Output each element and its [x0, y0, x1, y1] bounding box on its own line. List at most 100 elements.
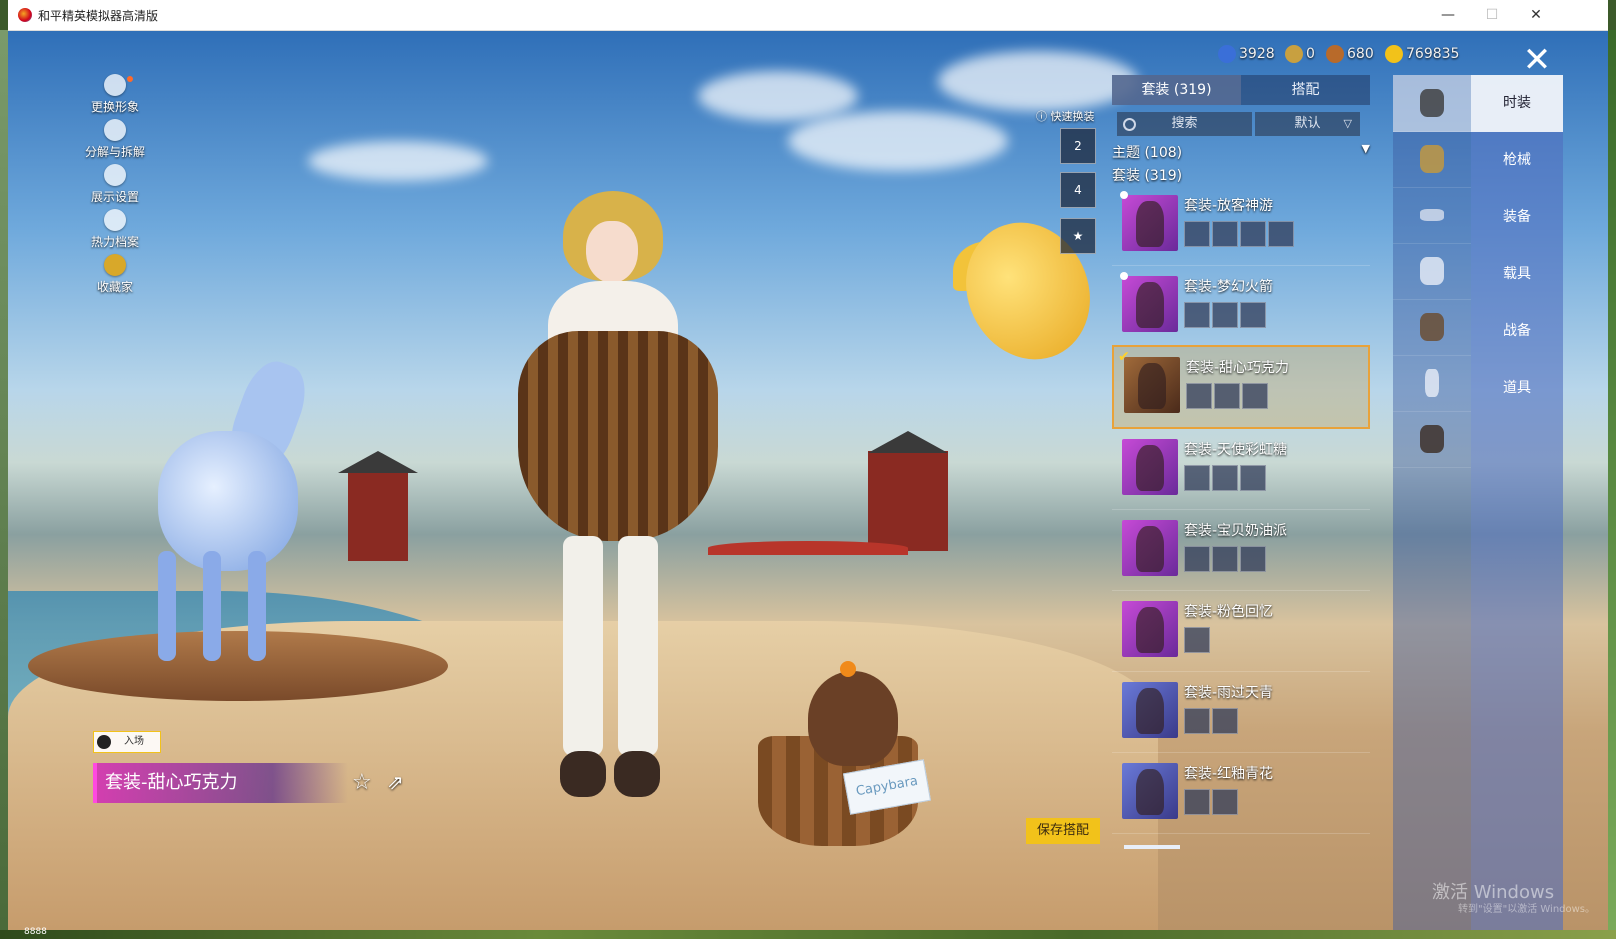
- collector-button[interactable]: 收藏家: [80, 254, 150, 298]
- list-item[interactable]: 套装-粉色回忆: [1112, 591, 1370, 672]
- part-icon[interactable]: [1212, 708, 1238, 734]
- bronze-coin-icon: [1326, 45, 1344, 63]
- part-icon[interactable]: [1268, 221, 1294, 247]
- part-icon[interactable]: [1184, 465, 1210, 491]
- category-vehicles[interactable]: 载具: [1471, 246, 1563, 303]
- character-shoe: [560, 751, 606, 797]
- category-equipment[interactable]: 装备: [1471, 189, 1563, 246]
- pagoda-roof: [338, 451, 418, 473]
- preset-2-button[interactable]: 2: [1060, 128, 1096, 164]
- part-icon[interactable]: [1212, 546, 1238, 572]
- red-bridge: [708, 541, 908, 555]
- currency-gold: 769835: [1385, 43, 1459, 65]
- search-icon: [1123, 118, 1136, 131]
- entry-badge[interactable]: 入场: [93, 731, 161, 753]
- item-name: 套装-红釉青花: [1184, 766, 1274, 782]
- part-icon[interactable]: [1240, 465, 1266, 491]
- slot-hat[interactable]: [1393, 131, 1471, 188]
- character-preset-button[interactable]: ★: [1060, 218, 1096, 254]
- part-icon[interactable]: [1240, 546, 1266, 572]
- search-input[interactable]: 搜索: [1117, 112, 1252, 136]
- list-item[interactable]: 套装-宝贝奶油派: [1112, 510, 1370, 591]
- maximize-button[interactable]: ☐: [1470, 3, 1514, 27]
- menu-label: 收藏家: [96, 280, 133, 294]
- part-icon[interactable]: [1212, 465, 1238, 491]
- mask-icon: [1420, 257, 1444, 285]
- part-icon[interactable]: [1212, 789, 1238, 815]
- part-icon[interactable]: [1184, 546, 1210, 572]
- minimize-button[interactable]: —: [1426, 3, 1470, 27]
- part-icon[interactable]: [1184, 302, 1210, 328]
- section-heading: 套装 (319): [1112, 168, 1183, 184]
- menu-label: 分解与拆解: [84, 145, 145, 159]
- save-outfit-button[interactable]: 保存搭配: [1026, 818, 1100, 844]
- currency-globe: 3928: [1218, 43, 1275, 65]
- display-settings-button[interactable]: 展示设置: [80, 164, 150, 208]
- app-icon: [18, 8, 32, 22]
- list-item[interactable]: 套装-放客神游: [1112, 185, 1370, 266]
- part-icon[interactable]: [1214, 383, 1240, 409]
- category-battle-prep[interactable]: 战备: [1471, 303, 1563, 360]
- list-item[interactable]: 套装-红釉青花: [1112, 753, 1370, 834]
- owned-dot-icon: [1120, 272, 1128, 280]
- part-icon[interactable]: [1240, 302, 1266, 328]
- favorite-star-icon[interactable]: ☆: [352, 770, 372, 795]
- change-avatar-button[interactable]: 更换形象: [80, 74, 150, 118]
- category-guns[interactable]: 枪械: [1471, 132, 1563, 189]
- quick-switch-text: 快速换装: [1050, 110, 1095, 123]
- part-icon[interactable]: [1240, 221, 1266, 247]
- slot-top[interactable]: [1393, 299, 1471, 356]
- part-icon[interactable]: [1242, 383, 1268, 409]
- theme-filter[interactable]: 主题 (108) ▼: [1112, 142, 1370, 162]
- cloud: [308, 141, 488, 181]
- part-icon[interactable]: [1184, 627, 1210, 653]
- shoes-icon: [1420, 425, 1444, 453]
- preset-4-button[interactable]: 4: [1060, 172, 1096, 208]
- slot-mask[interactable]: [1393, 243, 1471, 300]
- item-name: 套装-粉色回忆: [1184, 604, 1274, 620]
- slot-pants[interactable]: [1393, 355, 1471, 412]
- character-dress: [518, 331, 718, 541]
- flame-icon: [104, 209, 126, 231]
- category-fashion[interactable]: 时装: [1471, 75, 1563, 132]
- character-shoe: [614, 751, 660, 797]
- outfit-thumbnail: [1122, 439, 1178, 495]
- list-scrollbar[interactable]: [1124, 845, 1180, 849]
- quick-switch-label: ⓘ 快速换装: [1036, 110, 1095, 123]
- taskbar-strip: 8888: [0, 927, 1616, 939]
- part-icon[interactable]: [1186, 383, 1212, 409]
- list-item[interactable]: 套装-雨过天青: [1112, 672, 1370, 753]
- close-window-button[interactable]: ✕: [1514, 3, 1558, 27]
- part-icon[interactable]: [1184, 221, 1210, 247]
- slot-shoes[interactable]: [1393, 411, 1471, 468]
- notification-dot: [127, 76, 133, 82]
- item-name: 套装-天使彩虹糖: [1184, 442, 1288, 458]
- capybara-pet: [808, 671, 898, 766]
- decompose-icon: [104, 119, 126, 141]
- character-face: [586, 221, 638, 283]
- search-label: 搜索: [1171, 116, 1198, 131]
- part-icon[interactable]: [1184, 708, 1210, 734]
- part-icon[interactable]: [1212, 302, 1238, 328]
- list-item-selected[interactable]: ✔ 套装-甜心巧克力: [1112, 345, 1370, 429]
- part-icon[interactable]: [1212, 221, 1238, 247]
- category-items[interactable]: 道具: [1471, 360, 1563, 417]
- slot-glasses[interactable]: [1393, 187, 1471, 244]
- item-name: 套装-甜心巧克力: [1186, 360, 1290, 376]
- slot-icon-column: [1393, 75, 1471, 930]
- cloud: [788, 111, 1008, 171]
- heat-archive-button[interactable]: 热力档案: [80, 209, 150, 253]
- decompose-button[interactable]: 分解与拆解: [80, 119, 150, 163]
- part-icon[interactable]: [1184, 789, 1210, 815]
- tab-outfits[interactable]: 套装 (319): [1112, 75, 1241, 105]
- slot-outfit[interactable]: [1393, 75, 1471, 132]
- outfit-thumbnail: [1122, 276, 1178, 332]
- sort-dropdown[interactable]: 默认 ▽: [1255, 112, 1360, 136]
- list-item[interactable]: 套装-天使彩虹糖: [1112, 429, 1370, 510]
- collector-icon: [104, 254, 126, 276]
- share-icon[interactable]: ⇗: [387, 770, 404, 794]
- tab-match[interactable]: 搭配: [1241, 75, 1370, 105]
- check-icon: ✔: [1118, 349, 1130, 365]
- list-item[interactable]: 套装-梦幻火箭: [1112, 266, 1370, 347]
- menu-label: 展示设置: [90, 190, 139, 204]
